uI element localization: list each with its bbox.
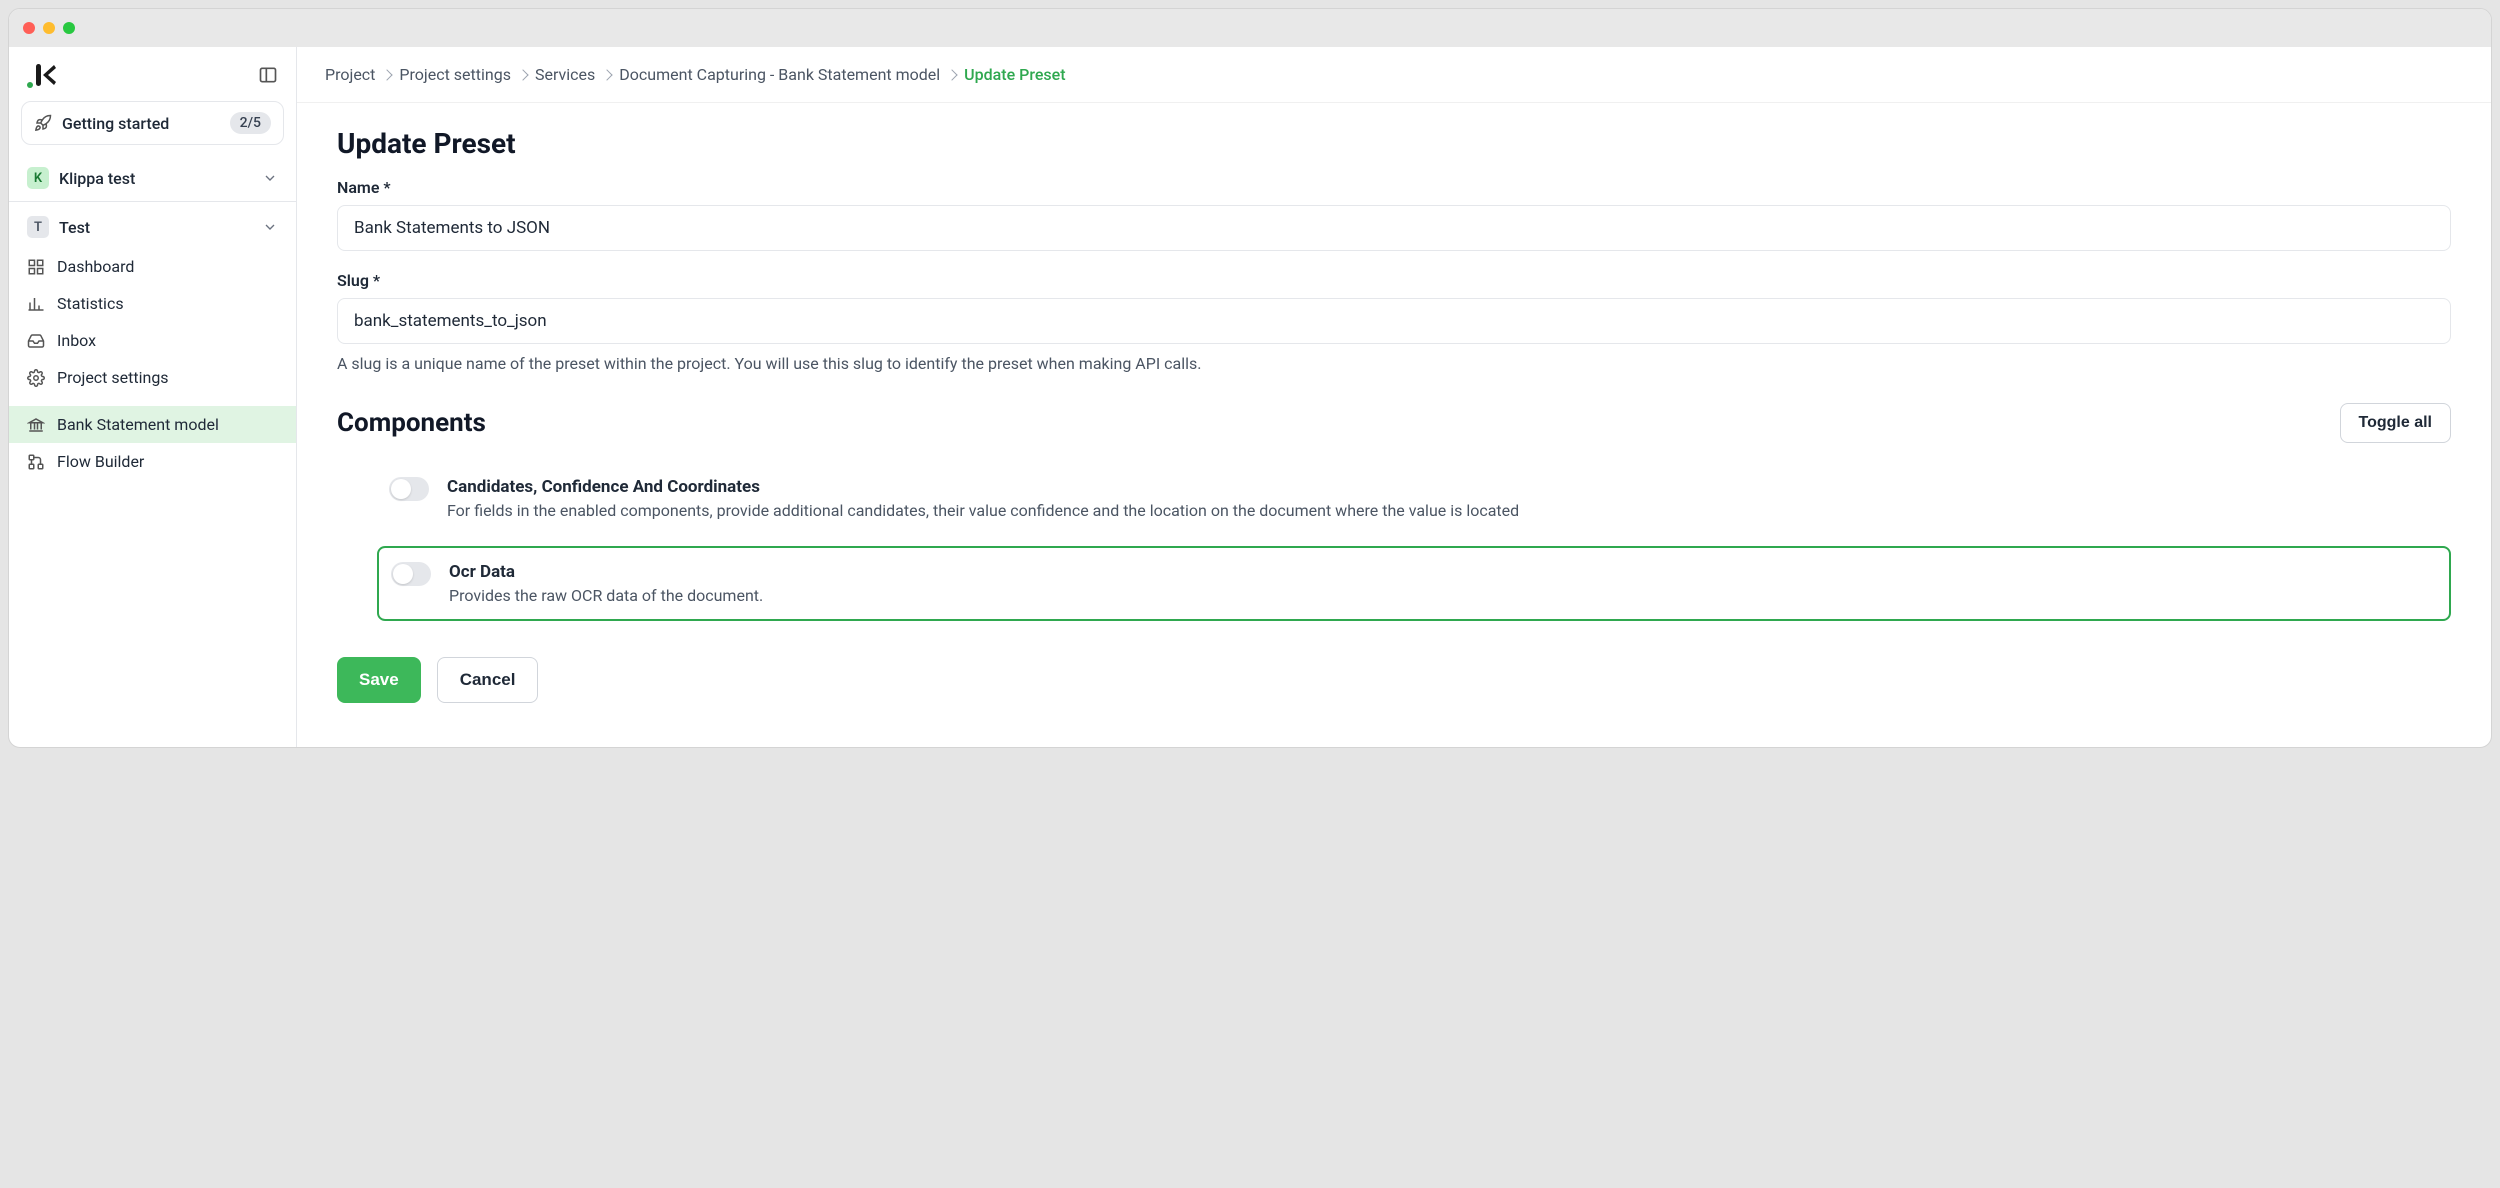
crumb-project[interactable]: Project	[325, 65, 375, 84]
window-maximize-icon[interactable]	[63, 22, 75, 34]
component-title: Ocr Data	[449, 562, 2437, 582]
components-title: Components	[337, 408, 486, 438]
name-input[interactable]	[337, 205, 2451, 251]
nav-label: Flow Builder	[57, 452, 144, 471]
flow-icon	[27, 453, 45, 471]
project-switcher[interactable]: T Test	[9, 206, 296, 248]
sidebar: Getting started 2/5 K Klippa test T Test	[9, 47, 297, 747]
components-header: Components Toggle all	[337, 403, 2451, 443]
bank-icon	[27, 416, 45, 434]
titlebar	[9, 9, 2491, 47]
slug-label: Slug *	[337, 271, 2451, 290]
name-label: Name *	[337, 178, 2451, 197]
crumb-update-preset: Update Preset	[964, 65, 1065, 84]
toggle-candidates[interactable]	[389, 477, 429, 501]
cancel-button[interactable]: Cancel	[437, 657, 539, 703]
nav-bank-statement-model[interactable]: Bank Statement model	[9, 406, 296, 443]
crumb-project-settings[interactable]: Project settings	[399, 65, 511, 84]
nav-flow-builder[interactable]: Flow Builder	[9, 443, 296, 480]
settings-icon	[27, 369, 45, 387]
component-desc: Provides the raw OCR data of the documen…	[449, 586, 2437, 605]
crumb-document-capturing[interactable]: Document Capturing - Bank Statement mode…	[619, 65, 940, 84]
grid-icon	[27, 258, 45, 276]
save-button[interactable]: Save	[337, 657, 421, 703]
page-title: Update Preset	[337, 127, 2451, 160]
divider	[9, 201, 296, 202]
chevron-down-icon	[262, 170, 278, 186]
getting-started-badge: 2/5	[230, 112, 271, 134]
org-switcher[interactable]: K Klippa test	[9, 157, 296, 199]
chevron-right-icon	[946, 69, 957, 80]
sidebar-collapse-button[interactable]	[254, 61, 282, 89]
content: Update Preset Name * Slug * A slug is a …	[297, 103, 2491, 727]
nav-label: Bank Statement model	[57, 415, 219, 434]
chevron-right-icon	[517, 69, 528, 80]
nav-inbox[interactable]: Inbox	[9, 322, 296, 359]
rocket-icon	[34, 114, 52, 132]
component-ocr-data: Ocr Data Provides the raw OCR data of th…	[377, 546, 2451, 621]
chevron-right-icon	[382, 69, 393, 80]
nav-statistics[interactable]: Statistics	[9, 285, 296, 322]
nav-dashboard[interactable]: Dashboard	[9, 248, 296, 285]
slug-help-text: A slug is a unique name of the preset wi…	[337, 354, 2451, 373]
actions: Save Cancel	[337, 657, 2451, 703]
nav-label: Statistics	[57, 294, 124, 313]
crumb-services[interactable]: Services	[535, 65, 595, 84]
nav-label: Dashboard	[57, 257, 134, 276]
app-window: Getting started 2/5 K Klippa test T Test	[8, 8, 2492, 748]
nav-label: Inbox	[57, 331, 96, 350]
inbox-icon	[27, 332, 45, 350]
component-desc: For fields in the enabled components, pr…	[447, 501, 2439, 520]
breadcrumb: Project Project settings Services Docume…	[297, 47, 2491, 103]
getting-started-label: Getting started	[62, 114, 220, 133]
window-minimize-icon[interactable]	[43, 22, 55, 34]
component-title: Candidates, Confidence And Coordinates	[447, 477, 2439, 497]
org-badge: K	[27, 167, 49, 189]
nav-list: Dashboard Statistics Inbox	[9, 248, 296, 480]
toggle-all-button[interactable]: Toggle all	[2340, 403, 2451, 443]
org-name: Klippa test	[59, 169, 252, 188]
chevron-right-icon	[602, 69, 613, 80]
components-list: Candidates, Confidence And Coordinates F…	[337, 463, 2451, 621]
nav-label: Project settings	[57, 368, 169, 387]
logo-mark-icon	[34, 62, 58, 88]
getting-started-card[interactable]: Getting started 2/5	[21, 101, 284, 145]
bar-chart-icon	[27, 295, 45, 313]
toggle-ocr-data[interactable]	[391, 562, 431, 586]
logo-dot-icon	[27, 82, 33, 88]
name-field-group: Name *	[337, 178, 2451, 251]
slug-field-group: Slug * A slug is a unique name of the pr…	[337, 271, 2451, 373]
project-name: Test	[59, 218, 252, 237]
window-close-icon[interactable]	[23, 22, 35, 34]
slug-input[interactable]	[337, 298, 2451, 344]
app-logo	[27, 62, 58, 88]
project-badge: T	[27, 216, 49, 238]
panel-left-icon	[258, 65, 278, 85]
chevron-down-icon	[262, 219, 278, 235]
app-body: Getting started 2/5 K Klippa test T Test	[9, 47, 2491, 747]
component-candidates: Candidates, Confidence And Coordinates F…	[377, 463, 2451, 534]
main-content: Project Project settings Services Docume…	[297, 47, 2491, 747]
nav-project-settings[interactable]: Project settings	[9, 359, 296, 396]
